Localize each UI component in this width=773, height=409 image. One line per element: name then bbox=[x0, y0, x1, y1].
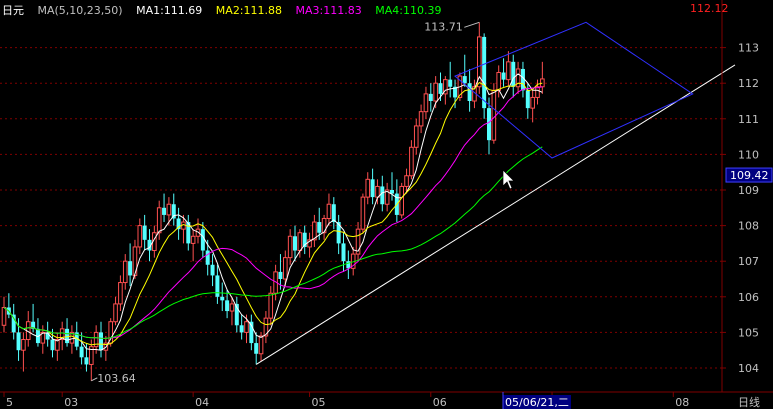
ma1-value: MA1:111.69 bbox=[136, 4, 203, 17]
candle-body-up bbox=[404, 175, 409, 187]
ma-parameters: MA(5,10,23,50) bbox=[37, 4, 123, 17]
candle-body-down bbox=[210, 264, 215, 276]
candle-body-up bbox=[496, 72, 501, 91]
candle-body-down bbox=[220, 296, 225, 301]
candle-body-up bbox=[360, 196, 366, 230]
candle-body-up bbox=[122, 260, 128, 284]
candle-body-up bbox=[409, 146, 414, 177]
x-tick-label: 06 bbox=[433, 396, 447, 409]
candle-body-up bbox=[423, 93, 429, 113]
x-tick-label: 03 bbox=[64, 396, 78, 409]
candle-body-down bbox=[448, 79, 453, 87]
candle-body-down bbox=[215, 275, 220, 297]
candle-body-up bbox=[21, 339, 26, 351]
candle-body-up bbox=[229, 303, 235, 312]
y-tick-label: 109 bbox=[738, 184, 759, 197]
candle-body-down bbox=[370, 179, 375, 198]
y-tick-label: 107 bbox=[738, 255, 759, 268]
candle-body-up bbox=[283, 257, 288, 280]
high-annotation: 113.71 bbox=[424, 20, 463, 33]
candle-body-down bbox=[84, 357, 89, 365]
x-tick-label: 05 bbox=[312, 396, 326, 409]
x-tick-label: 04 bbox=[195, 396, 209, 409]
candle-body-up bbox=[530, 96, 535, 109]
indicator-header: 日元 MA(5,10,23,50) MA1:111.69 MA2:111.88 … bbox=[2, 2, 451, 18]
candle-body-up bbox=[326, 203, 332, 219]
candle-body-up bbox=[108, 321, 114, 344]
current-price-tag-text: 109.42 bbox=[730, 169, 769, 182]
candle-body-up bbox=[287, 235, 293, 259]
candle-body-down bbox=[65, 328, 70, 344]
candle-body-down bbox=[467, 83, 472, 101]
candle-body-up bbox=[166, 203, 172, 216]
candle-body-up bbox=[297, 232, 303, 252]
y-tick-label: 108 bbox=[738, 220, 759, 233]
candle-body-up bbox=[540, 78, 545, 88]
candle-body-down bbox=[200, 229, 205, 251]
x-tick-label: 08 bbox=[675, 396, 689, 409]
candle-body-down bbox=[79, 346, 84, 358]
candle-body-up bbox=[418, 111, 424, 127]
candle-body-up bbox=[156, 207, 162, 234]
candle-body-up bbox=[190, 235, 196, 244]
candle-body-down bbox=[278, 271, 283, 279]
y-tick-label: 105 bbox=[738, 326, 759, 339]
candle-body-down bbox=[380, 186, 385, 205]
candle-body-down bbox=[99, 332, 103, 351]
candle-body-up bbox=[491, 89, 497, 141]
low-annotation: 103.64 bbox=[97, 372, 136, 385]
candle-body-down bbox=[525, 90, 530, 109]
candle-body-down bbox=[50, 339, 55, 351]
candle-body-down bbox=[205, 250, 210, 265]
y-tick-label: 111 bbox=[738, 113, 759, 126]
candle-body-down bbox=[511, 61, 516, 87]
candle-body-up bbox=[375, 185, 380, 198]
candle-body-up bbox=[506, 61, 511, 81]
candle-body-down bbox=[16, 332, 21, 351]
candle-body-down bbox=[225, 300, 230, 312]
candle-body-down bbox=[293, 236, 297, 251]
candle-body-up bbox=[535, 86, 540, 98]
selected-date-label: 05/06/21,二 bbox=[505, 396, 569, 409]
candle-body-down bbox=[162, 207, 167, 215]
candle-body-up bbox=[113, 303, 118, 323]
candle-body-down bbox=[254, 343, 259, 354]
ma3-value: MA3:111.83 bbox=[295, 4, 362, 17]
ma2-value: MA2:111.88 bbox=[215, 4, 283, 17]
candle-body-up bbox=[118, 282, 123, 305]
candle-body-down bbox=[11, 314, 16, 333]
candle-body-up bbox=[399, 185, 404, 216]
period-label: 日线 bbox=[738, 395, 760, 409]
y-tick-label: 112 bbox=[738, 77, 759, 90]
candle-body-down bbox=[341, 243, 346, 262]
candle-body-down bbox=[142, 225, 147, 240]
candle-body-down bbox=[128, 261, 133, 276]
candlestick-chart[interactable]: 113.71 103.64 104 105 106 107 108 109 110 111 112… bbox=[0, 0, 773, 409]
candle-body-up bbox=[244, 321, 249, 333]
candle-body-down bbox=[438, 83, 443, 94]
candle-body-up bbox=[137, 225, 143, 248]
y-tick-label: 110 bbox=[738, 148, 759, 161]
candle-body-up bbox=[268, 292, 274, 319]
candle-body-down bbox=[482, 36, 487, 109]
x-tick-label: 5 bbox=[6, 396, 13, 409]
candle-body-down bbox=[501, 72, 506, 80]
candle-body-up bbox=[258, 335, 264, 355]
candle-body-up bbox=[365, 178, 371, 198]
candle-body-up bbox=[413, 125, 419, 148]
candle-body-down bbox=[487, 108, 491, 141]
candle-body-up bbox=[1, 306, 7, 326]
y-tick-label: 113 bbox=[738, 42, 759, 55]
candle-body-down bbox=[317, 222, 322, 233]
top-right-price: 112.12 bbox=[690, 2, 729, 15]
y-tick-label: 104 bbox=[738, 362, 759, 375]
ma4-value: MA4:110.39 bbox=[375, 4, 442, 17]
candle-body-down bbox=[239, 325, 244, 333]
currency-label: 日元 bbox=[2, 4, 24, 17]
candle-body-down bbox=[462, 76, 467, 84]
y-tick-label: 106 bbox=[738, 291, 759, 304]
candle-body-down bbox=[428, 93, 433, 101]
candle-body-up bbox=[433, 82, 438, 102]
